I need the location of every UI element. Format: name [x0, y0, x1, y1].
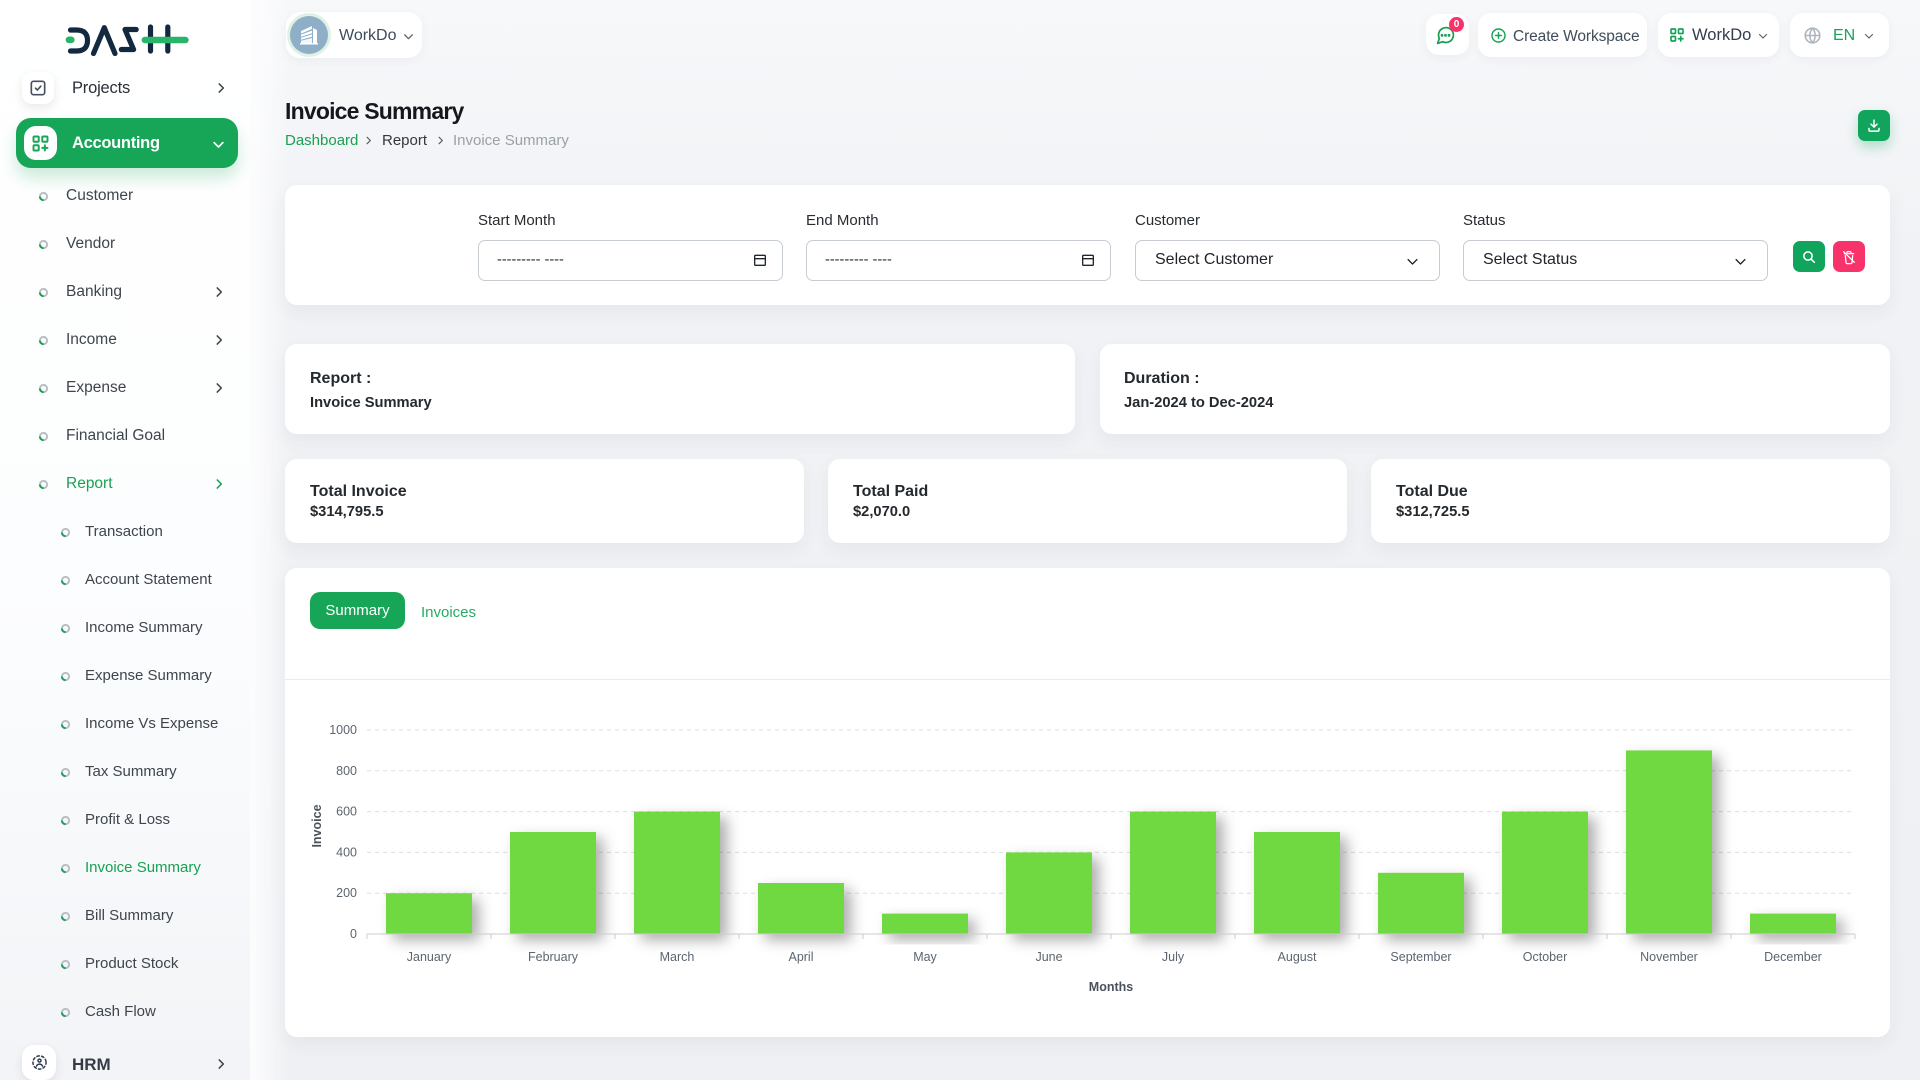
svg-text:July: July — [1162, 950, 1185, 964]
svg-text:Months: Months — [1089, 980, 1133, 994]
svg-text:400: 400 — [336, 845, 357, 859]
svg-text:September: September — [1390, 950, 1451, 964]
svg-text:August: August — [1278, 950, 1317, 964]
svg-text:April: April — [788, 950, 813, 964]
svg-text:December: December — [1764, 950, 1822, 964]
svg-text:600: 600 — [336, 805, 357, 819]
svg-text:200: 200 — [336, 886, 357, 900]
svg-text:0: 0 — [350, 927, 357, 941]
svg-text:1000: 1000 — [329, 723, 357, 737]
svg-text:Invoice: Invoice — [310, 804, 324, 847]
svg-text:November: November — [1640, 950, 1698, 964]
svg-text:800: 800 — [336, 764, 357, 778]
svg-text:January: January — [407, 950, 452, 964]
svg-text:March: March — [660, 950, 695, 964]
svg-text:February: February — [528, 950, 579, 964]
svg-text:June: June — [1035, 950, 1062, 964]
svg-text:October: October — [1523, 950, 1567, 964]
svg-text:May: May — [913, 950, 937, 964]
